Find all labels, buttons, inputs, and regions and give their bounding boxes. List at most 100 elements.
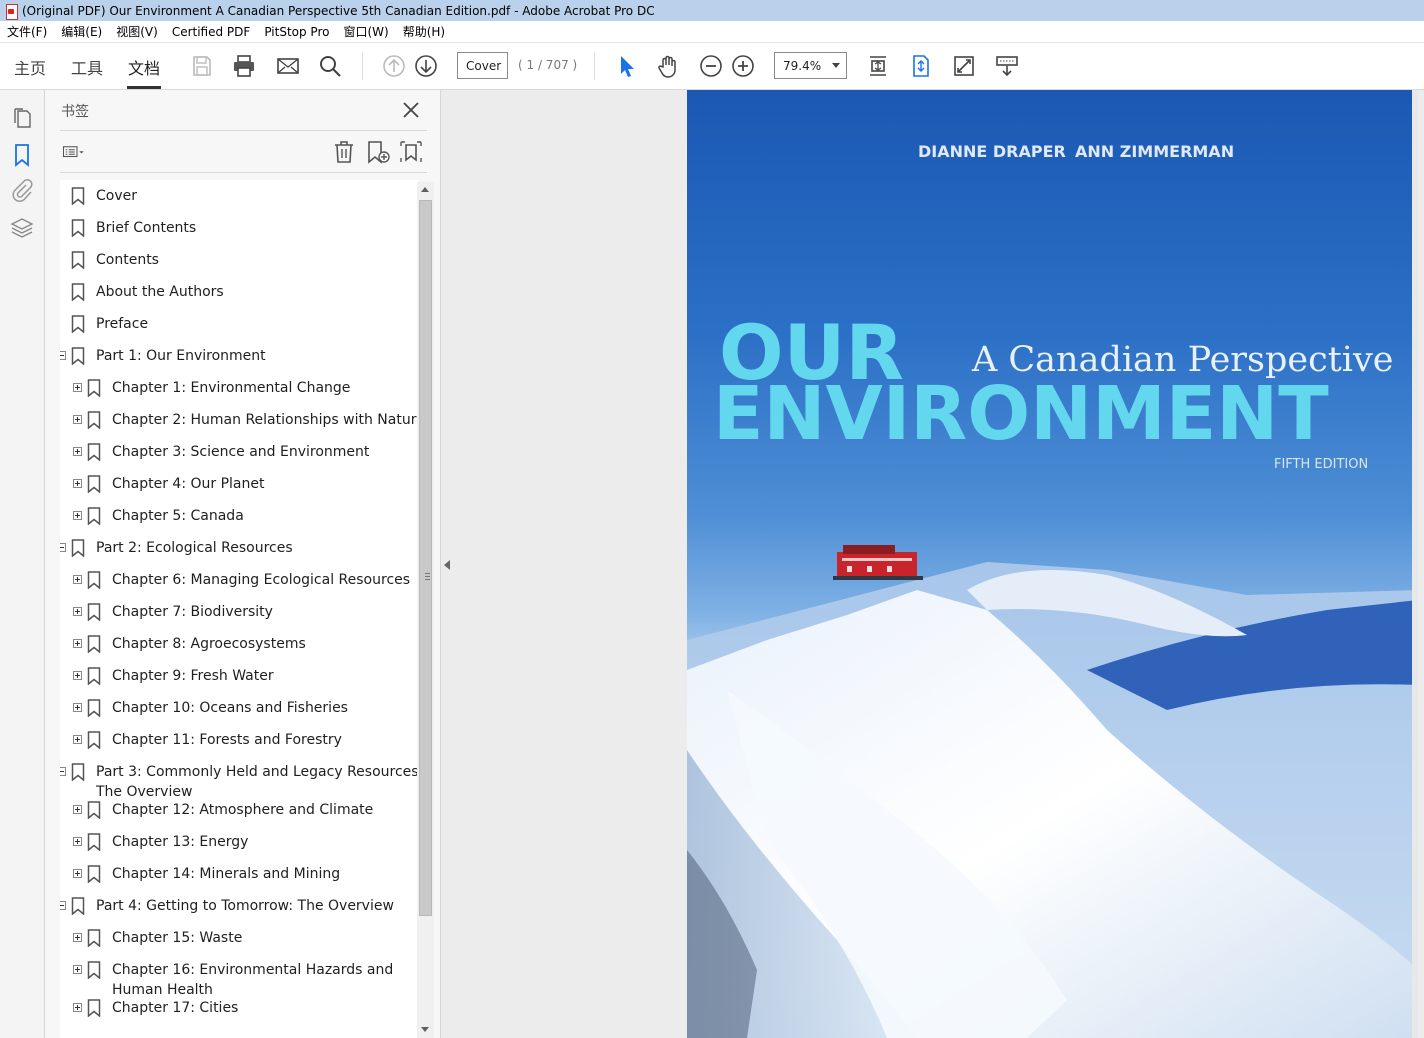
bookmark-row[interactable]: Part 1: Our Environment — [60, 345, 419, 377]
expand-bookmark-icon[interactable] — [399, 140, 423, 164]
document-view[interactable]: DIANNE DRAPER ANN ZIMMERMAN OUR ENVIRONM… — [441, 90, 1424, 1038]
tab-tools[interactable]: 工具 — [71, 55, 103, 79]
expand-icon[interactable] — [73, 703, 82, 712]
search-icon[interactable] — [318, 54, 342, 78]
full-screen-icon[interactable] — [952, 54, 976, 78]
bookmark-row[interactable]: Chapter 17: Cities — [60, 997, 419, 1029]
select-cursor-icon[interactable] — [614, 54, 638, 78]
zoom-level-select[interactable]: 79.4% — [774, 52, 847, 79]
tab-home[interactable]: 主页 — [14, 55, 46, 79]
window-title: (Original PDF) Our Environment A Canadia… — [22, 3, 655, 18]
save-icon[interactable] — [190, 54, 214, 78]
expand-icon[interactable] — [73, 575, 82, 584]
panel-divider — [60, 172, 427, 173]
menu-certified-pdf[interactable]: Certified PDF — [165, 25, 258, 39]
bookmark-label: About the Authors — [96, 284, 224, 300]
menu-pitstop-pro[interactable]: PitStop Pro — [257, 25, 336, 39]
expand-icon[interactable] — [73, 805, 82, 814]
expand-icon[interactable] — [73, 479, 82, 488]
menu-help[interactable]: 帮助(H) — [396, 23, 452, 40]
zoom-out-icon[interactable] — [699, 54, 723, 78]
expand-icon[interactable] — [73, 869, 82, 878]
bookmark-row[interactable]: Contents — [60, 249, 419, 281]
print-icon[interactable] — [232, 54, 256, 78]
grip-icon — [425, 573, 430, 574]
bookmark-row[interactable]: Chapter 12: Atmosphere and Climate — [60, 799, 419, 831]
expand-icon[interactable] — [73, 415, 82, 424]
zoom-in-icon[interactable] — [731, 54, 755, 78]
menu-window[interactable]: 窗口(W) — [336, 23, 395, 40]
bookmark-row[interactable]: Chapter 8: Agroecosystems — [60, 633, 419, 665]
scroll-down-icon[interactable] — [421, 1027, 429, 1032]
bookmark-row[interactable]: Chapter 16: Environmental Hazards and Hum… — [60, 959, 419, 999]
bookmark-row[interactable]: Chapter 7: Biodiversity — [60, 601, 419, 633]
bookmark-row[interactable]: Chapter 10: Oceans and Fisheries — [60, 697, 419, 729]
collapse-panel-icon[interactable] — [444, 560, 450, 570]
bookmark-row[interactable]: Chapter 2: Human Relationships with Natu… — [60, 409, 419, 441]
page-thumbnails-icon[interactable] — [10, 106, 34, 130]
expand-icon[interactable] — [73, 639, 82, 648]
close-icon[interactable] — [401, 100, 421, 120]
delete-bookmark-icon[interactable] — [332, 140, 356, 164]
layers-icon[interactable] — [10, 216, 34, 240]
bookmark-label: Cover — [96, 188, 137, 204]
expand-icon[interactable] — [73, 607, 82, 616]
bookmark-row[interactable]: Chapter 4: Our Planet — [60, 473, 419, 505]
bookmark-row[interactable]: Cover — [60, 185, 419, 217]
expand-icon[interactable] — [73, 671, 82, 680]
expand-icon[interactable] — [73, 447, 82, 456]
bookmark-row[interactable]: Part 3: Commonly Held and Legacy Resourc… — [60, 761, 419, 801]
collapse-icon[interactable] — [60, 351, 66, 360]
bookmark-row[interactable]: Chapter 6: Managing Ecological Resources — [60, 569, 419, 601]
bookmark-icon — [87, 801, 101, 819]
bookmark-row[interactable]: Chapter 14: Minerals and Mining — [60, 863, 419, 895]
mail-icon[interactable] — [276, 54, 300, 78]
scroll-up-icon[interactable] — [421, 187, 429, 192]
cover-author-2: ANN ZIMMERMAN — [1075, 142, 1235, 161]
previous-page-icon[interactable] — [382, 54, 406, 78]
bookmark-row[interactable]: Chapter 15: Waste — [60, 927, 419, 959]
scroll-mode-icon[interactable] — [866, 54, 890, 78]
bookmark-icon — [87, 999, 101, 1017]
attachments-icon[interactable] — [10, 179, 34, 203]
collapse-icon[interactable] — [60, 767, 66, 776]
bookmark-row[interactable]: Chapter 3: Science and Environment — [60, 441, 419, 473]
expand-icon[interactable] — [73, 511, 82, 520]
menu-edit[interactable]: 编辑(E) — [54, 23, 109, 40]
bookmark-row[interactable]: Part 2: Ecological Resources — [60, 537, 419, 569]
bookmarks-icon[interactable] — [10, 143, 34, 167]
next-page-icon[interactable] — [414, 54, 438, 78]
bookmark-row[interactable]: Chapter 5: Canada — [60, 505, 419, 537]
expand-icon[interactable] — [73, 933, 82, 942]
hand-tool-icon[interactable] — [656, 54, 680, 78]
bookmarks-scrollbar[interactable] — [417, 182, 434, 1038]
bookmark-row[interactable]: Brief Contents — [60, 217, 419, 249]
menu-view[interactable]: 视图(V) — [109, 23, 165, 40]
bookmark-row[interactable]: Chapter 1: Environmental Change — [60, 377, 419, 409]
tab-document[interactable]: 文档 — [128, 55, 160, 79]
expand-icon[interactable] — [73, 735, 82, 744]
fit-page-icon[interactable] — [909, 54, 933, 78]
bookmark-row[interactable]: Chapter 9: Fresh Water — [60, 665, 419, 697]
collapse-icon[interactable] — [60, 543, 66, 552]
expand-icon[interactable] — [73, 1003, 82, 1012]
options-menu-icon[interactable] — [62, 140, 86, 164]
bookmark-row[interactable]: About the Authors — [60, 281, 419, 313]
bookmark-label: Brief Contents — [96, 220, 197, 236]
expand-icon[interactable] — [73, 965, 82, 974]
bookmark-row[interactable]: Preface — [60, 313, 419, 345]
menu-file[interactable]: 文件(F) — [0, 23, 54, 40]
expand-icon[interactable] — [73, 383, 82, 392]
read-mode-icon[interactable] — [995, 54, 1019, 78]
scrollbar-thumb[interactable] — [419, 200, 432, 916]
expand-icon[interactable] — [73, 837, 82, 846]
bookmark-row[interactable]: Chapter 11: Forests and Forestry — [60, 729, 419, 761]
collapse-icon[interactable] — [60, 901, 66, 910]
bookmark-row[interactable]: Part 4: Getting to Tomorrow: The Overvie… — [60, 895, 419, 927]
bookmark-icon — [87, 571, 101, 589]
new-bookmark-icon[interactable] — [366, 140, 390, 164]
page-number-input[interactable]: Cover — [457, 52, 508, 79]
bookmark-label: Chapter 4: Our Planet — [112, 476, 265, 492]
bookmark-row[interactable]: Chapter 13: Energy — [60, 831, 419, 863]
bookmark-tree[interactable]: Cover Brief Contents Contents About the Aut… — [60, 180, 419, 1038]
